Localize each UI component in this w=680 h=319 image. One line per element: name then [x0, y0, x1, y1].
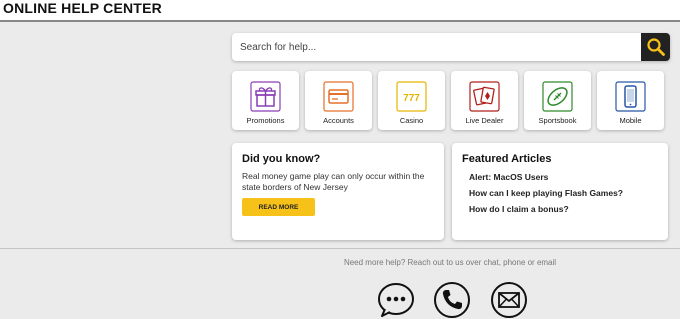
page-title: ONLINE HELP CENTER — [3, 0, 162, 16]
top-bar: ONLINE HELP CENTER — [0, 0, 680, 22]
category-accounts[interactable]: Accounts — [305, 71, 372, 130]
smartphone-icon — [615, 81, 646, 112]
category-label: Live Dealer — [465, 116, 504, 125]
playing-cards-icon — [469, 81, 500, 112]
phone-icon[interactable] — [433, 281, 471, 319]
football-icon — [542, 81, 573, 112]
help-text: Need more help? Reach out to us over cha… — [343, 258, 557, 267]
article-link[interactable]: Alert: MacOS Users — [469, 172, 548, 182]
search-button[interactable] — [641, 33, 670, 61]
gift-icon — [250, 81, 281, 112]
search-box — [232, 33, 670, 61]
slot-777-icon: 777 — [396, 81, 427, 112]
did-you-know-panel: Did you know? Real money game play can o… — [232, 143, 444, 240]
category-mobile[interactable]: Mobile — [597, 71, 664, 130]
category-live-dealer[interactable]: Live Dealer — [451, 71, 518, 130]
featured-articles-title: Featured Articles — [462, 153, 552, 165]
email-icon[interactable] — [490, 281, 528, 319]
category-label: Promotions — [246, 116, 285, 125]
category-sportsbook[interactable]: Sportsbook — [524, 71, 591, 130]
credit-card-icon — [323, 81, 354, 112]
did-you-know-title: Did you know? — [242, 153, 321, 165]
category-label: Mobile — [619, 116, 642, 125]
read-more-button[interactable]: READ MORE — [242, 198, 315, 216]
svg-text:777: 777 — [403, 93, 420, 104]
search-input[interactable] — [232, 33, 641, 61]
category-label: Sportsbook — [538, 116, 577, 125]
category-casino[interactable]: 777 Casino — [378, 71, 445, 130]
category-label: Accounts — [323, 116, 354, 125]
article-link[interactable]: How do I claim a bonus? — [469, 204, 569, 214]
footer-divider — [0, 248, 680, 249]
featured-articles-panel: Featured Articles Alert: MacOS Users How… — [452, 143, 668, 240]
category-label: Casino — [399, 116, 424, 125]
article-link[interactable]: How can I keep playing Flash Games? — [469, 188, 623, 198]
search-icon — [646, 38, 665, 56]
did-you-know-text: Real money game play can only occur with… — [242, 171, 425, 192]
chat-icon[interactable] — [377, 281, 415, 319]
category-promotions[interactable]: Promotions — [232, 71, 299, 130]
